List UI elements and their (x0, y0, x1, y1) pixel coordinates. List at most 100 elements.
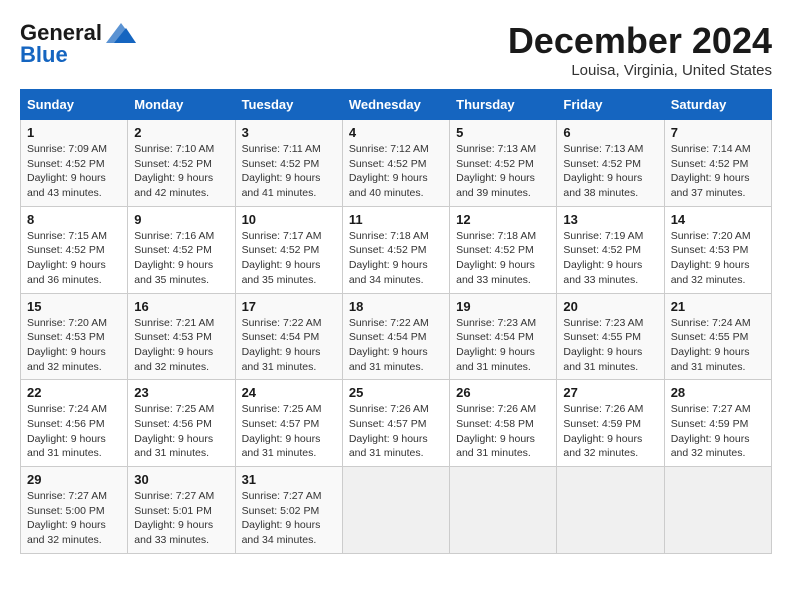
day-number: 27 (563, 385, 657, 400)
header-thursday: Thursday (450, 90, 557, 120)
day-info: Sunrise: 7:27 AMSunset: 5:01 PMDaylight:… (134, 489, 228, 548)
day-number: 5 (456, 125, 550, 140)
header-friday: Friday (557, 90, 664, 120)
day-number: 30 (134, 472, 228, 487)
day-number: 3 (242, 125, 336, 140)
day-info: Sunrise: 7:23 AMSunset: 4:54 PMDaylight:… (456, 316, 550, 375)
day-number: 23 (134, 385, 228, 400)
day-number: 10 (242, 212, 336, 227)
day-info: Sunrise: 7:18 AMSunset: 4:52 PMDaylight:… (349, 229, 443, 288)
table-row: 4 Sunrise: 7:12 AMSunset: 4:52 PMDayligh… (342, 120, 449, 207)
day-number: 2 (134, 125, 228, 140)
table-row: 20 Sunrise: 7:23 AMSunset: 4:55 PMDaylig… (557, 293, 664, 380)
table-row: 17 Sunrise: 7:22 AMSunset: 4:54 PMDaylig… (235, 293, 342, 380)
day-number: 22 (27, 385, 121, 400)
table-row (450, 467, 557, 554)
table-row: 29 Sunrise: 7:27 AMSunset: 5:00 PMDaylig… (21, 467, 128, 554)
table-row: 18 Sunrise: 7:22 AMSunset: 4:54 PMDaylig… (342, 293, 449, 380)
day-number: 24 (242, 385, 336, 400)
day-info: Sunrise: 7:09 AMSunset: 4:52 PMDaylight:… (27, 142, 121, 201)
table-row: 26 Sunrise: 7:26 AMSunset: 4:58 PMDaylig… (450, 380, 557, 467)
day-info: Sunrise: 7:27 AMSunset: 5:00 PMDaylight:… (27, 489, 121, 548)
day-number: 31 (242, 472, 336, 487)
day-number: 17 (242, 299, 336, 314)
day-number: 1 (27, 125, 121, 140)
day-info: Sunrise: 7:27 AMSunset: 4:59 PMDaylight:… (671, 402, 765, 461)
header-wednesday: Wednesday (342, 90, 449, 120)
day-info: Sunrise: 7:25 AMSunset: 4:56 PMDaylight:… (134, 402, 228, 461)
day-info: Sunrise: 7:20 AMSunset: 4:53 PMDaylight:… (671, 229, 765, 288)
table-row: 15 Sunrise: 7:20 AMSunset: 4:53 PMDaylig… (21, 293, 128, 380)
day-info: Sunrise: 7:26 AMSunset: 4:57 PMDaylight:… (349, 402, 443, 461)
day-number: 13 (563, 212, 657, 227)
day-info: Sunrise: 7:22 AMSunset: 4:54 PMDaylight:… (349, 316, 443, 375)
day-info: Sunrise: 7:13 AMSunset: 4:52 PMDaylight:… (456, 142, 550, 201)
table-row: 28 Sunrise: 7:27 AMSunset: 4:59 PMDaylig… (664, 380, 771, 467)
page-header: General Blue December 2024 Louisa, Virgi… (20, 20, 772, 79)
day-number: 25 (349, 385, 443, 400)
table-row (557, 467, 664, 554)
table-row: 1 Sunrise: 7:09 AMSunset: 4:52 PMDayligh… (21, 120, 128, 207)
location-title: Louisa, Virginia, United States (508, 62, 772, 79)
table-row: 24 Sunrise: 7:25 AMSunset: 4:57 PMDaylig… (235, 380, 342, 467)
table-row: 22 Sunrise: 7:24 AMSunset: 4:56 PMDaylig… (21, 380, 128, 467)
day-number: 7 (671, 125, 765, 140)
day-info: Sunrise: 7:20 AMSunset: 4:53 PMDaylight:… (27, 316, 121, 375)
day-info: Sunrise: 7:26 AMSunset: 4:58 PMDaylight:… (456, 402, 550, 461)
day-info: Sunrise: 7:26 AMSunset: 4:59 PMDaylight:… (563, 402, 657, 461)
table-row: 2 Sunrise: 7:10 AMSunset: 4:52 PMDayligh… (128, 120, 235, 207)
table-row: 8 Sunrise: 7:15 AMSunset: 4:52 PMDayligh… (21, 206, 128, 293)
day-info: Sunrise: 7:17 AMSunset: 4:52 PMDaylight:… (242, 229, 336, 288)
calendar-header-row: Sunday Monday Tuesday Wednesday Thursday… (21, 90, 772, 120)
day-info: Sunrise: 7:14 AMSunset: 4:52 PMDaylight:… (671, 142, 765, 201)
day-number: 21 (671, 299, 765, 314)
day-number: 14 (671, 212, 765, 227)
day-number: 4 (349, 125, 443, 140)
table-row (664, 467, 771, 554)
table-row: 21 Sunrise: 7:24 AMSunset: 4:55 PMDaylig… (664, 293, 771, 380)
table-row: 23 Sunrise: 7:25 AMSunset: 4:56 PMDaylig… (128, 380, 235, 467)
table-row: 19 Sunrise: 7:23 AMSunset: 4:54 PMDaylig… (450, 293, 557, 380)
calendar-row: 15 Sunrise: 7:20 AMSunset: 4:53 PMDaylig… (21, 293, 772, 380)
day-number: 15 (27, 299, 121, 314)
table-row: 16 Sunrise: 7:21 AMSunset: 4:53 PMDaylig… (128, 293, 235, 380)
day-info: Sunrise: 7:24 AMSunset: 4:56 PMDaylight:… (27, 402, 121, 461)
day-number: 18 (349, 299, 443, 314)
day-number: 12 (456, 212, 550, 227)
table-row: 11 Sunrise: 7:18 AMSunset: 4:52 PMDaylig… (342, 206, 449, 293)
day-number: 20 (563, 299, 657, 314)
day-number: 29 (27, 472, 121, 487)
table-row: 13 Sunrise: 7:19 AMSunset: 4:52 PMDaylig… (557, 206, 664, 293)
table-row (342, 467, 449, 554)
day-number: 26 (456, 385, 550, 400)
header-saturday: Saturday (664, 90, 771, 120)
day-number: 16 (134, 299, 228, 314)
logo-icon (106, 23, 136, 43)
day-number: 8 (27, 212, 121, 227)
calendar-row: 1 Sunrise: 7:09 AMSunset: 4:52 PMDayligh… (21, 120, 772, 207)
day-info: Sunrise: 7:23 AMSunset: 4:55 PMDaylight:… (563, 316, 657, 375)
table-row: 6 Sunrise: 7:13 AMSunset: 4:52 PMDayligh… (557, 120, 664, 207)
table-row: 10 Sunrise: 7:17 AMSunset: 4:52 PMDaylig… (235, 206, 342, 293)
day-info: Sunrise: 7:25 AMSunset: 4:57 PMDaylight:… (242, 402, 336, 461)
header-monday: Monday (128, 90, 235, 120)
table-row: 5 Sunrise: 7:13 AMSunset: 4:52 PMDayligh… (450, 120, 557, 207)
calendar-row: 8 Sunrise: 7:15 AMSunset: 4:52 PMDayligh… (21, 206, 772, 293)
logo: General Blue (20, 20, 136, 68)
table-row: 14 Sunrise: 7:20 AMSunset: 4:53 PMDaylig… (664, 206, 771, 293)
month-title: December 2024 (508, 20, 772, 62)
day-info: Sunrise: 7:11 AMSunset: 4:52 PMDaylight:… (242, 142, 336, 201)
calendar-row: 29 Sunrise: 7:27 AMSunset: 5:00 PMDaylig… (21, 467, 772, 554)
table-row: 30 Sunrise: 7:27 AMSunset: 5:01 PMDaylig… (128, 467, 235, 554)
table-row: 7 Sunrise: 7:14 AMSunset: 4:52 PMDayligh… (664, 120, 771, 207)
day-info: Sunrise: 7:12 AMSunset: 4:52 PMDaylight:… (349, 142, 443, 201)
table-row: 12 Sunrise: 7:18 AMSunset: 4:52 PMDaylig… (450, 206, 557, 293)
table-row: 27 Sunrise: 7:26 AMSunset: 4:59 PMDaylig… (557, 380, 664, 467)
day-info: Sunrise: 7:13 AMSunset: 4:52 PMDaylight:… (563, 142, 657, 201)
table-row: 31 Sunrise: 7:27 AMSunset: 5:02 PMDaylig… (235, 467, 342, 554)
day-number: 6 (563, 125, 657, 140)
day-info: Sunrise: 7:10 AMSunset: 4:52 PMDaylight:… (134, 142, 228, 201)
day-info: Sunrise: 7:18 AMSunset: 4:52 PMDaylight:… (456, 229, 550, 288)
day-info: Sunrise: 7:24 AMSunset: 4:55 PMDaylight:… (671, 316, 765, 375)
table-row: 25 Sunrise: 7:26 AMSunset: 4:57 PMDaylig… (342, 380, 449, 467)
